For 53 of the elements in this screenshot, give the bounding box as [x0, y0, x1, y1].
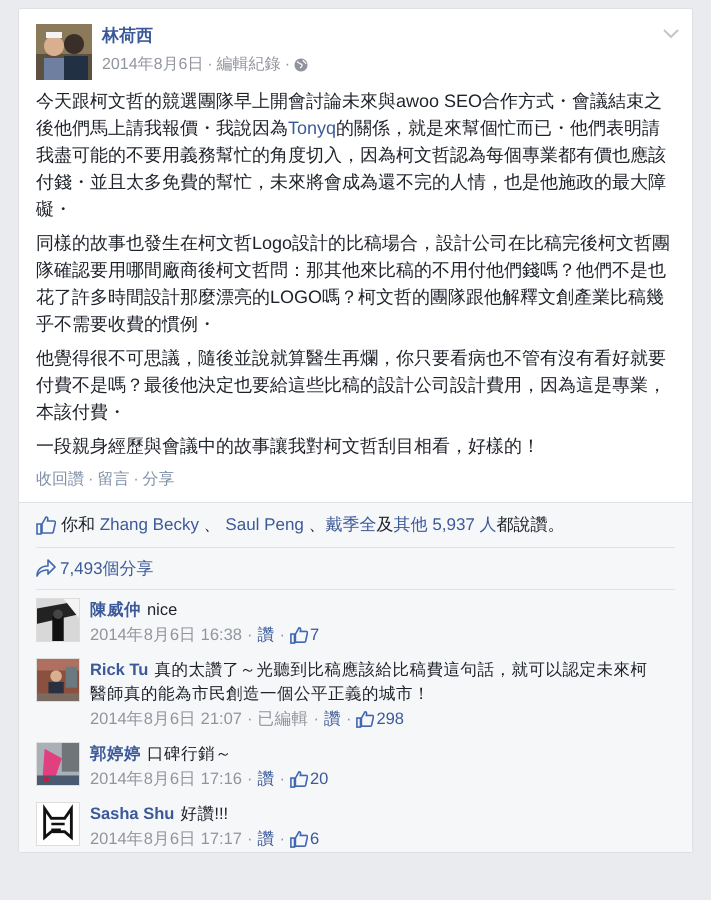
thumbs-up-icon	[36, 514, 56, 535]
thumbs-up-icon	[290, 770, 308, 788]
post-paragraph: 今天跟柯文哲的競選團隊早上開會討論未來與awoo SEO合作方式・會議結束之後他們馬上請我報價・我說因為Tonyq的關係，就是來幫個忙而已・他們表明請我盡可能的不要用義務幫忙的角度切入，因為柯文哲認為每個專業都有價也應該付錢・並且太多免費的幫忙，未來將會成為還不完的人情，也是他施政的最大障礙・	[36, 90, 667, 221]
likes-summary: 你和 Zhang Becky 、 Saul Peng 、戴季全及其他 5,937 人都說讚。	[61, 514, 565, 536]
comment-text: 郭婷婷 口碑行銷～	[90, 744, 233, 765]
link[interactable]: 戴季全	[326, 515, 377, 534]
post-paragraph: 他覺得很不可思議，隨後並說就算醫生再爛，你只要看病也不管有沒有看好就要付費不是嗎？最後他決定也要給這些比稿的設計公司設計費用，因為這是專業，本該付費・	[36, 347, 667, 424]
separator: ·	[246, 625, 252, 646]
share-arrow-icon	[36, 559, 56, 578]
separator: ·	[284, 55, 290, 75]
like-count[interactable]: 7	[290, 622, 320, 648]
link[interactable]: Saul Peng	[225, 515, 304, 534]
commenter-name[interactable]: Sasha Shu	[90, 805, 174, 823]
thumbs-up-icon	[290, 626, 308, 644]
comment-text: Rick Tu 真的太讚了～光聽到比稿應該給比稿費這句話，就可以認定未來柯醫師真的能為市民創造一個公平正義的城市！	[90, 660, 648, 705]
edited-label: 已編輯	[257, 709, 308, 730]
post-paragraph: 一段親身經歷與會議中的故事讓我對柯文哲刮目相看，好樣的！	[36, 435, 541, 458]
like-count[interactable]: 6	[290, 826, 320, 852]
separator: ·	[346, 709, 352, 730]
thumbs-up-icon	[290, 830, 308, 848]
separator: ·	[279, 769, 285, 790]
like-link[interactable]: 讚	[324, 706, 341, 732]
chevron-down-icon[interactable]	[663, 29, 679, 39]
action-link[interactable]: 收回讚	[36, 468, 84, 492]
like-link[interactable]: 讚	[257, 766, 274, 792]
separator: ·	[313, 709, 319, 730]
link[interactable]: Zhang Becky	[100, 515, 199, 534]
like-count[interactable]: 20	[290, 766, 328, 792]
link[interactable]: 其他 5,937 人	[394, 515, 497, 534]
separator: ·	[133, 470, 139, 490]
separator: ·	[207, 55, 213, 75]
shares-link[interactable]: 7,493個分享	[60, 556, 154, 581]
commenter-name[interactable]: 陳威仲	[90, 601, 141, 619]
like-count[interactable]: 298	[356, 706, 404, 732]
globe-icon	[294, 58, 308, 72]
action-link[interactable]: 分享	[142, 468, 175, 492]
comment-text: 陳威仲 nice	[90, 600, 178, 621]
like-link[interactable]: 讚	[257, 622, 274, 648]
action-link[interactable]: 留言	[97, 468, 130, 492]
post-paragraph: 同樣的故事也發生在柯文哲Logo設計的比稿場合，設計公司在比稿完後柯文哲團隊確認要用哪間廠商後柯文哲問：那其他來比稿的不用付他們錢嗎？他們不是也花了許多時間設計那麼漂亮的LOGO嗎？柯文哲的團隊跟他解釋文創產業比稿幾乎不需要收費的慣例・	[36, 232, 672, 336]
separator: ·	[246, 829, 252, 850]
thumbs-up-icon	[356, 710, 374, 728]
comment-text: Sasha Shu 好讚!!!	[90, 804, 230, 825]
commenter-name[interactable]: Rick Tu	[90, 661, 148, 679]
author-name[interactable]: 林荷西	[102, 25, 153, 47]
separator: ·	[88, 470, 94, 490]
separator: ·	[246, 709, 252, 730]
commenter-name[interactable]: 郭婷婷	[90, 745, 141, 763]
like-link[interactable]: 讚	[257, 826, 274, 852]
separator: ·	[279, 829, 285, 850]
separator: ·	[279, 625, 285, 646]
link[interactable]: Tonyq	[288, 118, 336, 138]
separator: ·	[246, 769, 252, 790]
